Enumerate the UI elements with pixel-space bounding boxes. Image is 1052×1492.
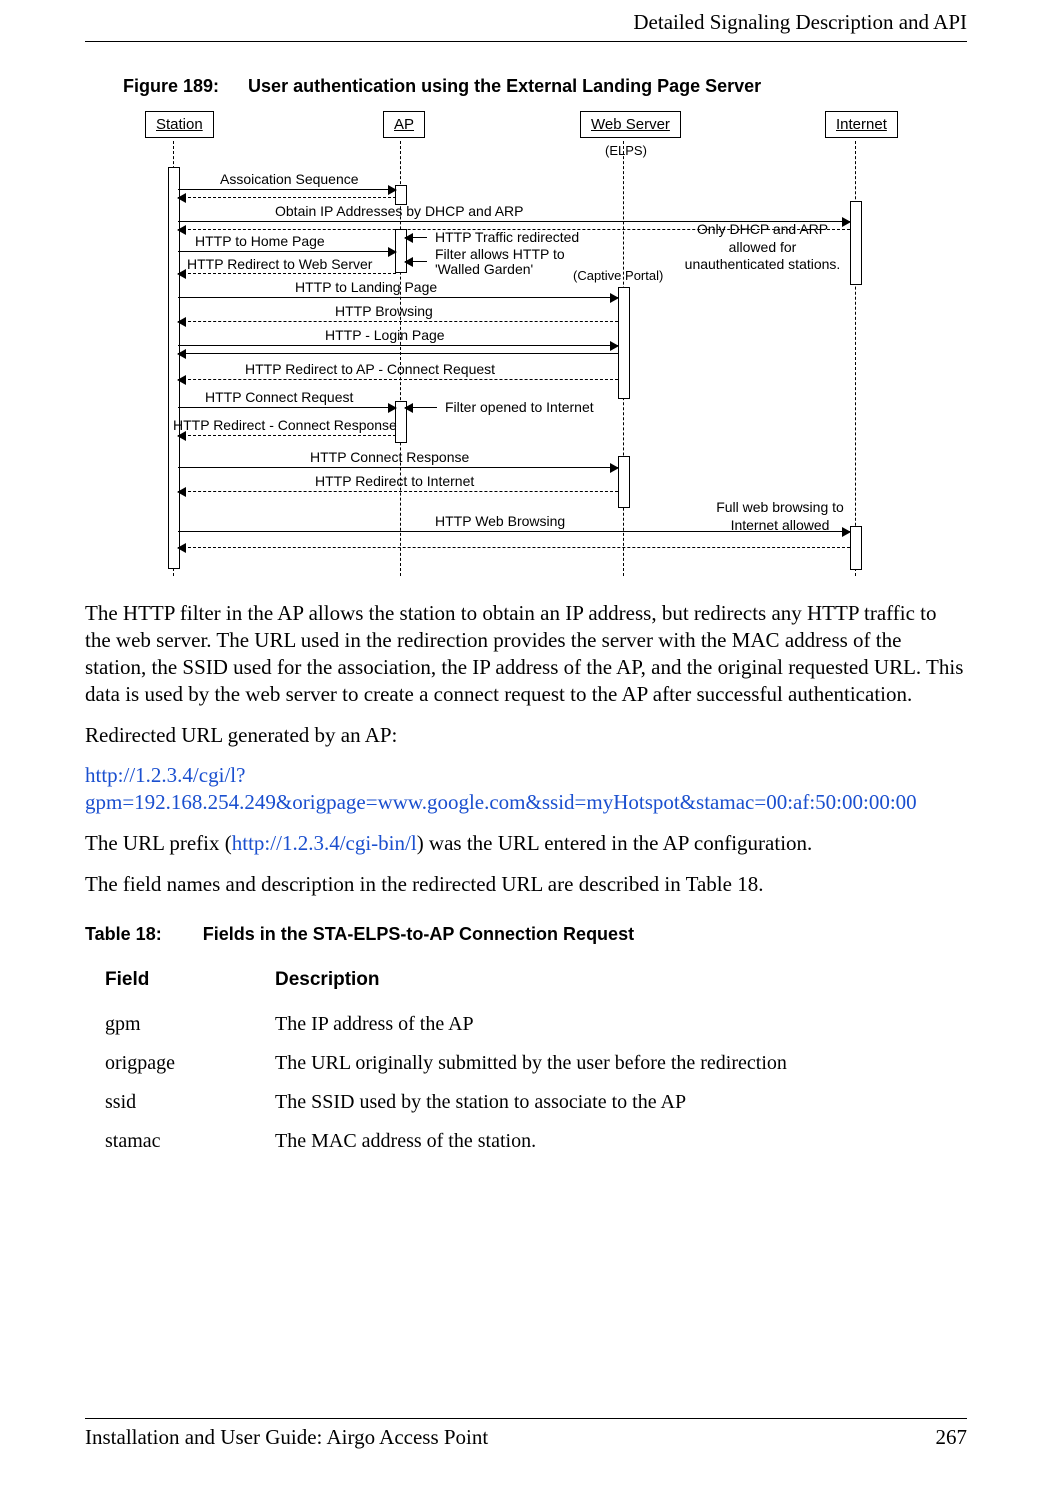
th-field: Field: [105, 963, 275, 1005]
arrow-login-l: [178, 353, 618, 354]
actor-ap: AP: [383, 111, 425, 138]
url-link[interactable]: http://1.2.3.4/cgi/l?gpm=192.168.254.249…: [85, 763, 917, 814]
arrow-conn-resp: [178, 467, 618, 468]
msg-http-web-browse: HTTP Web Browsing: [435, 513, 565, 529]
arrow-note-2: [405, 261, 427, 262]
arrow-note-1: [405, 237, 427, 238]
table-row: origpage The URL originally submitted by…: [105, 1044, 987, 1083]
th-desc: Description: [275, 963, 987, 1005]
cell-desc: The MAC address of the station.: [275, 1122, 987, 1161]
cell-field: origpage: [105, 1044, 275, 1083]
msg-http-redir-int: HTTP Redirect to Internet: [315, 473, 474, 489]
table-title: Fields in the STA-ELPS-to-AP Connection …: [203, 924, 634, 944]
msg-filter-walled: Filter allows HTTP to'Walled Garden': [435, 247, 565, 278]
page-footer: Installation and User Guide: Airgo Acces…: [85, 1418, 967, 1450]
msg-dhcp: Obtain IP Addresses by DHCP and ARP: [275, 203, 524, 219]
cell-field: gpm: [105, 1005, 275, 1044]
arrow-assoc-l: [178, 197, 396, 198]
cell-desc: The URL originally submitted by the user…: [275, 1044, 987, 1083]
paragraph-2: Redirected URL generated by an AP:: [85, 722, 967, 749]
msg-http-redir-web: HTTP Redirect to Web Server: [187, 256, 372, 272]
msg-http-redir-ap: HTTP Redirect to AP - Connect Request: [245, 361, 495, 377]
arrow-redir-web: [178, 273, 396, 274]
footer-doc-title: Installation and User Guide: Airgo Acces…: [85, 1425, 488, 1450]
msg-http-redir-resp: HTTP Redirect - Connect Response: [173, 417, 397, 433]
arrow-browsing: [178, 321, 618, 322]
fields-table: Field Description gpm The IP address of …: [105, 963, 987, 1161]
msg-http-login: HTTP - Login Page: [325, 327, 445, 343]
arrow-redir-int: [178, 491, 618, 492]
arrow-http-home: [178, 251, 396, 252]
msg-http-conn-resp: HTTP Connect Response: [310, 449, 469, 465]
arrow-landing: [178, 297, 618, 298]
captive-label: (Captive Portal): [573, 268, 663, 283]
arrow-note-3: [405, 407, 437, 408]
arrow-conn-req: [178, 407, 396, 408]
cell-field: ssid: [105, 1083, 275, 1122]
msg-assoc: Assoication Sequence: [220, 171, 359, 187]
table-header-row: Field Description: [105, 963, 987, 1005]
footer-page-number: 267: [936, 1425, 968, 1450]
figure-label: Figure 189:: [123, 76, 219, 96]
arrow-assoc-r: [178, 189, 396, 190]
url-prefix-link[interactable]: http://1.2.3.4/cgi-bin/l: [232, 831, 417, 855]
table-label: Table 18:: [85, 924, 162, 944]
note-only-dhcp: Only DHCP and ARP allowed for unauthenti…: [680, 221, 845, 274]
activation-web-2: [618, 456, 630, 508]
arrow-redir-resp: [178, 435, 396, 436]
table-caption: Table 18: Fields in the STA-ELPS-to-AP C…: [85, 924, 967, 945]
cell-desc: The SSID used by the station to associat…: [275, 1083, 987, 1122]
msg-http-redirected: HTTP Traffic redirected: [435, 229, 579, 245]
arrow-web-browse-l: [178, 547, 850, 548]
figure-title: User authentication using the External L…: [248, 76, 761, 96]
table-row: gpm The IP address of the AP: [105, 1005, 987, 1044]
running-header: Detailed Signaling Description and API: [85, 10, 967, 41]
elps-label: (ELPS): [605, 143, 647, 158]
arrow-redir-ap: [178, 379, 618, 380]
actor-station: Station: [145, 111, 214, 138]
p3-post: ) was the URL entered in the AP configur…: [417, 831, 813, 855]
p3-pre: The URL prefix (: [85, 831, 232, 855]
figure-caption: Figure 189: User authentication using th…: [123, 76, 967, 97]
sequence-diagram: Station AP Web Server Internet (ELPS) As…: [125, 111, 935, 576]
paragraph-1: The HTTP filter in the AP allows the sta…: [85, 600, 967, 708]
cell-field: stamac: [105, 1122, 275, 1161]
actor-internet: Internet: [825, 111, 898, 138]
msg-http-landing: HTTP to Landing Page: [295, 279, 437, 295]
msg-http-conn-req: HTTP Connect Request: [205, 389, 353, 405]
activation-web-1: [618, 287, 630, 399]
activation-int-1: [850, 201, 862, 285]
arrow-login-r: [178, 345, 618, 346]
section-title: Detailed Signaling Description and API: [633, 10, 967, 34]
table-row: stamac The MAC address of the station.: [105, 1122, 987, 1161]
note-full-browse: Full web browsing to Internet allowed: [705, 499, 855, 534]
paragraph-3: The URL prefix (http://1.2.3.4/cgi-bin/l…: [85, 830, 967, 857]
paragraph-4: The field names and description in the r…: [85, 871, 967, 898]
table-row: ssid The SSID used by the station to ass…: [105, 1083, 987, 1122]
msg-http-home: HTTP to Home Page: [195, 233, 325, 249]
actor-web-server: Web Server: [580, 111, 681, 138]
msg-filter-open: Filter opened to Internet: [445, 399, 594, 415]
footer-rule: [85, 1418, 967, 1419]
header-rule: [85, 41, 967, 42]
cell-desc: The IP address of the AP: [275, 1005, 987, 1044]
msg-http-browsing: HTTP Browsing: [335, 303, 433, 319]
redirected-url: http://1.2.3.4/cgi/l?gpm=192.168.254.249…: [85, 762, 967, 816]
